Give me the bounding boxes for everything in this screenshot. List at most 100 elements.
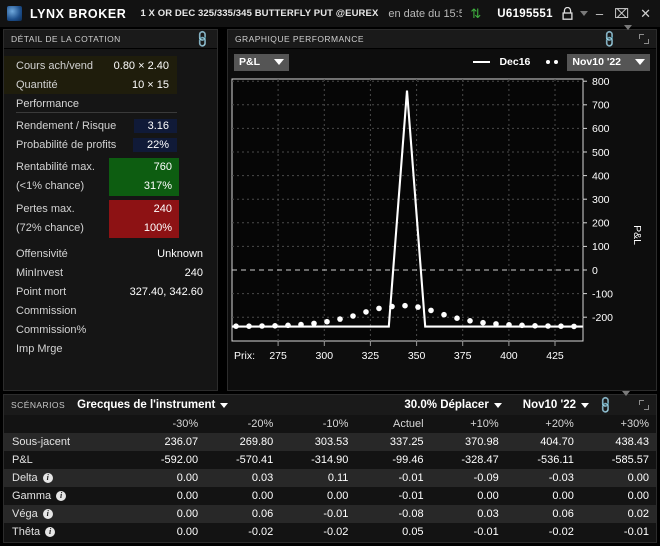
chevron-down-icon[interactable] [624,25,632,48]
close-button[interactable]: ✕ [640,7,651,20]
cell: 0.00 [176,472,199,484]
scenarios-table-body: Sous-jacent 236.07 269.80 303.53 337.25 … [4,433,656,541]
row-label: Delta [12,472,38,484]
maximize-button[interactable]: ⌧ [614,7,629,20]
cell: -0.02 [323,526,349,538]
chart-x-axis-ticks [277,341,556,346]
cell: 0.11 [327,472,349,484]
cell: -592.00 [160,454,199,466]
cell: -0.01 [323,508,349,520]
quote-detail-panel: DÉTAIL DE LA COTATION 🔗 Cours ach/vend 0… [3,29,218,391]
max-loss-chance-label: (72% chance) [16,222,84,234]
link-icon[interactable]: 🔗 [599,29,619,49]
profit-probability-value: 22% [132,137,177,152]
aggressiveness-label: Offensivité [16,247,68,260]
row-quantity: Quantité 10 × 15 [4,75,177,94]
row-label: Véga [12,508,38,520]
account-dropdown-caret-icon[interactable] [579,11,588,16]
scenarios-view-value: Grecques de l'instrument [77,399,216,411]
info-icon[interactable]: i [56,491,67,501]
chart-legend: Dec16 Nov10 '22 [473,53,650,71]
section-divider [16,112,177,113]
column-header: -10% [322,418,349,430]
info-icon[interactable]: i [42,509,53,519]
table-row: Thêta i 0.00 -0.02 -0.02 0.05 -0.01 -0.02… [4,523,656,541]
app-brand-title: LYNX BROKER [30,6,127,21]
cell: -536.11 [537,454,574,466]
expand-icon[interactable] [639,400,649,410]
scenarios-title: SCÉNARIOS [11,400,66,410]
cell: 236.07 [164,436,199,448]
scenarios-view-select[interactable]: Grecques de l'instrument [77,399,229,411]
svg-text:375: 375 [454,350,472,362]
info-icon[interactable]: i [45,527,56,537]
cell: 0.03 [477,508,499,520]
row-initial-margin: Imp Mrge [4,339,217,358]
commission-label: Commission [16,304,77,317]
bid-ask-label: Cours ach/vend [16,59,94,72]
legend-expiry-label: Dec16 [499,56,531,68]
row-profit-probability: Probabilité de profits 22% [4,135,217,154]
cell: 0.00 [477,490,499,502]
refresh-icon[interactable]: ⇅ [470,7,481,20]
chart-metric-select[interactable]: P&L [234,53,289,71]
row-bid-ask: Cours ach/vend 0.80 × 2.40 [4,56,177,75]
min-invest-label: MinInvest [16,266,64,279]
column-header: +20% [545,418,574,430]
cell: -314.90 [311,454,349,466]
cell: 269.80 [239,436,274,448]
table-row: Gamma i 0.00 0.00 0.00 -0.01 0.00 0.00 0.… [4,487,656,505]
legend-solid-line-swatch [473,60,491,64]
chart-plot-area[interactable]: 800 700 600 500 400 300 200 100 0 -100 -… [228,75,656,390]
min-invest-value: 240 [184,266,203,279]
performance-chart-panel: GRAPHIQUE PERFORMANCE 🔗 P&L Dec16 Nov10 … [227,25,657,391]
cell: 0.06 [251,508,274,520]
initial-margin-label: Imp Mrge [16,342,63,355]
chart-y-axis-title: P&L [631,225,643,245]
quote-date-label: en date du 15:54 [388,7,463,20]
chart-date-select[interactable]: Nov10 '22 [567,53,650,71]
cell: 0.02 [627,508,649,520]
info-icon[interactable]: i [42,473,53,483]
chevron-down-icon [493,402,502,408]
column-header: +10% [470,418,499,430]
payoff-chart-svg: 800 700 600 500 400 300 200 100 0 -100 -… [231,76,643,362]
cell: -0.01 [398,472,424,484]
scenarios-table: -30% -20% -10% Actuel +10% +20% +30% Sou… [4,415,656,541]
cell: 0.00 [176,526,199,538]
row-label: Sous-jacent [12,436,71,448]
cell: -0.01 [473,526,499,538]
svg-text:425: 425 [546,350,564,362]
chart-x-axis-title: Prix: [234,350,255,362]
table-row: Véga i 0.00 0.06 -0.01 -0.08 0.03 0.06 0.… [4,505,656,523]
cell: 370.98 [465,436,499,448]
scenarios-date-select[interactable]: Nov10 '22 [523,399,590,411]
svg-text:-100: -100 [592,288,613,300]
row-label: Gamma [12,490,52,502]
svg-text:300: 300 [316,350,334,362]
svg-text:275: 275 [269,350,287,362]
account-number: U6195551 [497,7,553,20]
svg-text:400: 400 [500,350,518,362]
chevron-down-icon [220,402,229,408]
scenarios-shift-select[interactable]: 30.0% Déplacer [404,399,502,411]
app-logo-icon [7,6,22,21]
chevron-down-icon[interactable] [622,391,630,414]
lock-icon[interactable] [562,7,573,20]
cell: 0.06 [552,508,574,520]
cell: 0.03 [251,472,274,484]
reward-risk-value: 3.16 [133,118,177,133]
max-profit-label: Rentabilité max. [16,161,95,173]
cell: 0.00 [552,490,574,502]
chart-controls: P&L Dec16 Nov10 '22 [228,49,656,75]
link-icon[interactable]: 🔗 [192,29,212,49]
minimize-button[interactable]: – [596,7,603,20]
svg-text:700: 700 [592,100,610,112]
max-profit-value: 760 [153,161,172,173]
link-icon[interactable]: 🔗 [595,395,615,415]
cell: -570.41 [235,454,274,466]
scenarios-header: SCÉNARIOS Grecques de l'instrument 30.0%… [4,391,656,415]
expand-icon[interactable] [639,34,649,44]
svg-text:350: 350 [408,350,426,362]
max-profit-chance-label: (<1% chance) [16,180,85,192]
